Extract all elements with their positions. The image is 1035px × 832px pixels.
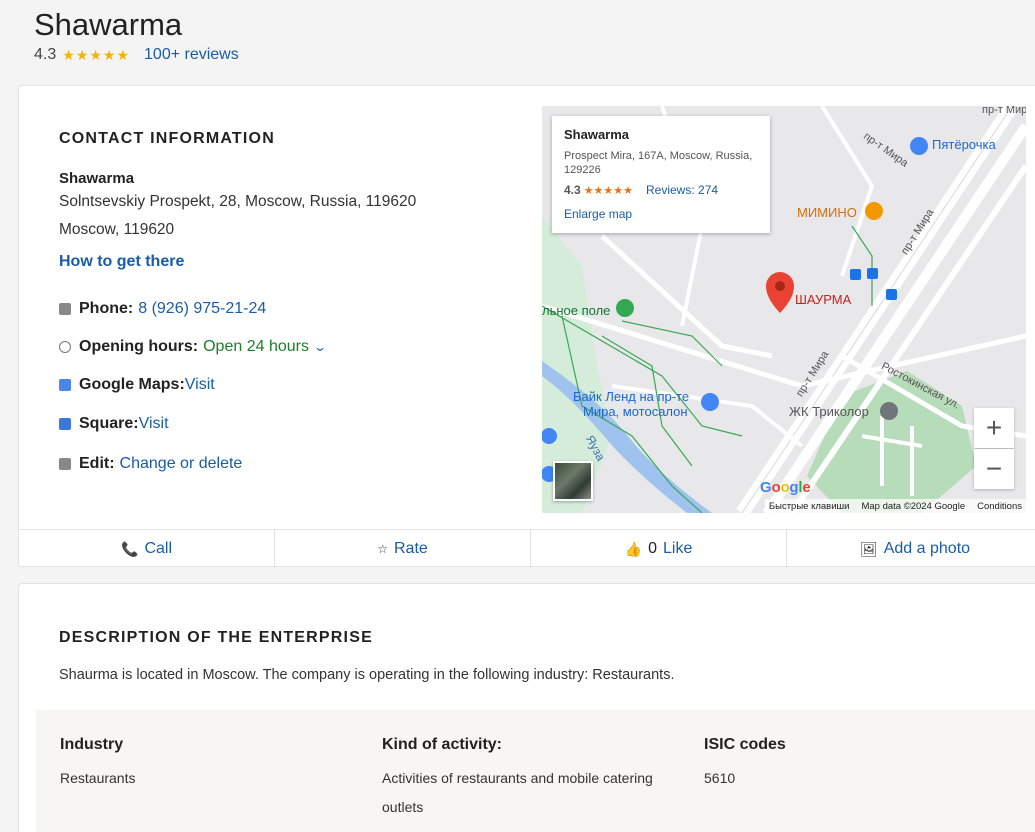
star-icon: ☆	[377, 542, 388, 556]
isic-value: 5610	[704, 770, 736, 786]
contact-heading: CONTACT INFORMATION	[59, 130, 275, 147]
thumbs-up-icon: 👍	[624, 540, 643, 557]
keyboard-shortcuts-link[interactable]: Быстрые клавиши	[769, 501, 850, 512]
square-row: Square: Visit	[59, 414, 499, 434]
hours-label: Opening hours:	[79, 338, 199, 355]
map-widget[interactable]: Пятёрочка МИМИНО ШАУРМА льное поле Байк …	[542, 106, 1026, 513]
image-icon: 🖼	[859, 540, 878, 557]
industry-column: Industry Restaurants	[60, 736, 135, 793]
popup-stars: ★★★★★	[583, 184, 633, 197]
rating-value: 4.3	[34, 46, 57, 63]
description-heading: DESCRIPTION OF THE ENTERPRISE	[59, 629, 373, 646]
rating-stars: ★★★★★	[62, 46, 131, 63]
clock-icon	[59, 341, 71, 353]
map-attribution: Быстрые клавиши Map data ©2024 Google Co…	[764, 499, 1026, 513]
call-button[interactable]: 📞 Call	[19, 530, 275, 568]
like-label: Like	[662, 540, 693, 557]
chevron-down-icon[interactable]: ⌄	[313, 340, 327, 354]
details-grid: Industry Restaurants Kind of activity: A…	[36, 710, 1035, 832]
gmaps-row: Google Maps: Visit	[59, 375, 499, 395]
hours-value[interactable]: Open 24 hours	[203, 338, 309, 356]
like-button[interactable]: 👍 0 Like	[531, 530, 787, 568]
phone-label: Phone:	[79, 300, 134, 317]
activity-value-line-1: Activities of restaurants and mobile cat…	[382, 770, 653, 786]
popup-rating-row: 4.3 ★★★★★ Reviews: 274	[564, 183, 758, 197]
contact-card: CONTACT INFORMATION Shawarma Solntsevski…	[18, 85, 1035, 568]
map-label-pole: льное поле	[542, 303, 611, 318]
zoom-out-button[interactable]: −	[974, 449, 1014, 489]
call-label: Call	[144, 540, 172, 557]
enlarge-map-link[interactable]: Enlarge map	[564, 207, 758, 221]
page-title: Shawarma	[34, 7, 183, 42]
square-label: Square:	[79, 415, 139, 432]
gmaps-label: Google Maps:	[79, 376, 185, 393]
popup-name: Shawarma	[564, 127, 630, 142]
rate-label: Rate	[393, 540, 428, 557]
phone-icon	[59, 303, 71, 315]
address-line-2: Moscow, 119620	[59, 221, 175, 238]
description-text: Shaurma is located in Moscow. The compan…	[59, 667, 675, 683]
popup-rating: 4.3	[564, 183, 581, 197]
phone-link[interactable]: 8 (926) 975-21-24	[138, 300, 266, 318]
map-label-bike-1: Байк Ленд на пр-те	[573, 389, 690, 404]
contact-section: CONTACT INFORMATION Shawarma Solntsevski…	[59, 130, 499, 474]
business-name: Shawarma	[59, 170, 135, 187]
activity-heading: Kind of activity:	[382, 736, 503, 753]
popup-reviews-link[interactable]: Reviews: 274	[646, 183, 718, 197]
description-card: DESCRIPTION OF THE ENTERPRISE Shaurma is…	[18, 583, 1035, 832]
map-label-bike-2: Мира, мотосалон	[583, 404, 688, 419]
map-label-mimino: МИМИНО	[797, 205, 857, 220]
action-bar: 📞 Call ☆ Rate 👍 0 Like 🖼 Add a photo	[19, 529, 1035, 568]
map-label-shaurma: ШАУРМА	[795, 292, 852, 307]
map-label-mira-3: пр-т Мира	[982, 106, 1026, 116]
map-label-pyaterochka: Пятёрочка	[932, 137, 996, 152]
google-logo: Google	[760, 479, 811, 496]
zoom-in-button[interactable]: +	[974, 408, 1014, 448]
edit-link[interactable]: Change or delete	[120, 455, 243, 473]
phone-icon: 📞	[121, 540, 139, 557]
isic-heading: ISIC codes	[704, 736, 786, 753]
map-info-popup: Shawarma Prospect Mira, 167A, Moscow, Ru…	[552, 116, 770, 233]
pencil-icon	[59, 458, 71, 470]
google-maps-icon	[59, 379, 71, 391]
map-data-text: Map data ©2024 Google	[861, 500, 966, 512]
hours-row: Opening hours: Open 24 hours ⌄	[59, 337, 499, 357]
map-label-trikolor: ЖК Триколор	[789, 404, 869, 419]
add-photo-button[interactable]: 🖼 Add a photo	[787, 530, 1035, 568]
square-link[interactable]: Visit	[139, 415, 169, 433]
square-icon	[59, 418, 71, 430]
like-count: 0	[648, 540, 657, 557]
rating-row: 4.3 ★★★★★ 100+ reviews	[34, 46, 239, 64]
rate-button[interactable]: ☆ Rate	[275, 530, 531, 568]
industry-heading: Industry	[60, 736, 124, 753]
edit-label: Edit:	[79, 455, 115, 472]
satellite-toggle[interactable]	[553, 461, 593, 501]
industry-value: Restaurants	[60, 770, 136, 786]
address-line-1: Solntsevskiy Prospekt, 28, Moscow, Russi…	[59, 193, 417, 210]
activity-value-line-2: outlets	[382, 799, 424, 815]
popup-address: Prospect Mira, 167A, Moscow, Russia, 129…	[564, 150, 753, 176]
phone-row: Phone: 8 (926) 975-21-24	[59, 299, 499, 319]
activity-value: Activities of restaurants and mobile cat…	[382, 764, 653, 822]
directions-link[interactable]: How to get there	[59, 253, 499, 271]
reviews-link[interactable]: 100+ reviews	[144, 46, 239, 64]
gmaps-link[interactable]: Visit	[185, 376, 215, 394]
add-photo-label: Add a photo	[883, 540, 971, 557]
activity-column: Kind of activity: Activities of restaura…	[382, 736, 653, 822]
page-header: Shawarma 4.3 ★★★★★ 100+ reviews	[34, 8, 239, 64]
edit-row: Edit: Change or delete	[59, 454, 499, 474]
terms-link[interactable]: Conditions	[977, 501, 1022, 512]
isic-column: ISIC codes 5610	[704, 736, 786, 793]
